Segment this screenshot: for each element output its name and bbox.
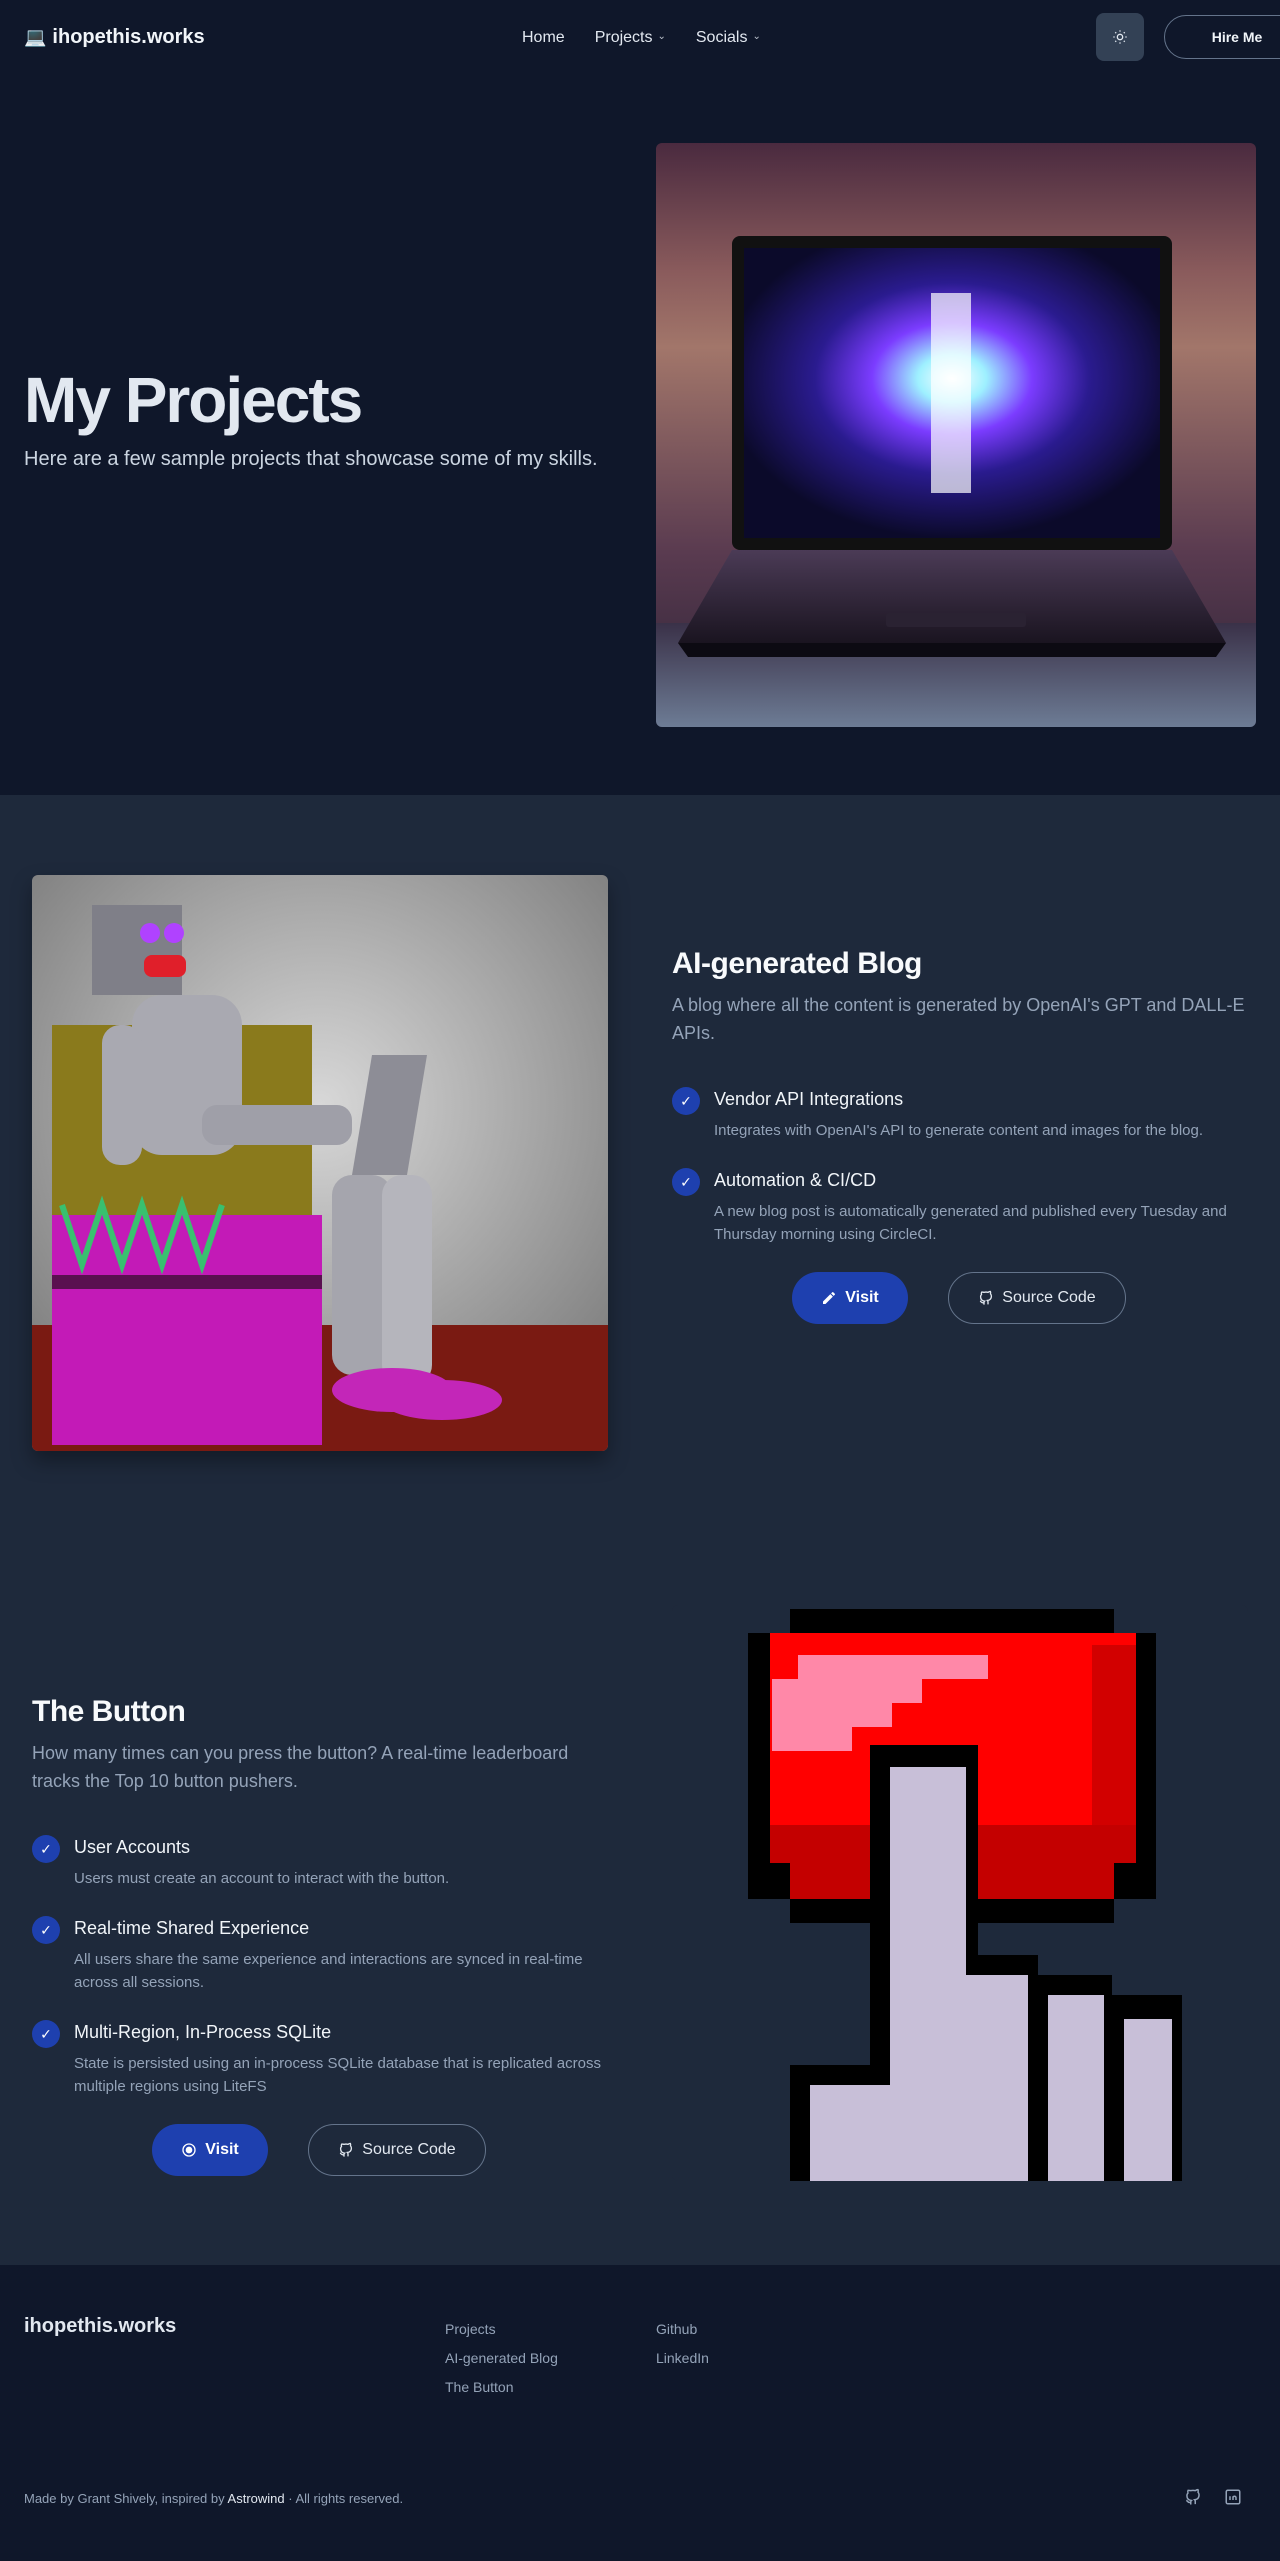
feature-title: Vendor API Integrations bbox=[714, 1089, 904, 1109]
footer-link[interactable]: The Button bbox=[445, 2379, 558, 2395]
linkedin-icon[interactable] bbox=[1224, 2488, 1242, 2506]
hero-laptop-image bbox=[656, 143, 1256, 727]
feature-title: Real-time Shared Experience bbox=[74, 1918, 310, 1938]
feature-description: State is persisted using an in-process S… bbox=[74, 2055, 601, 2095]
visit-label: Visit bbox=[205, 2141, 239, 2158]
footer-social-icons bbox=[1184, 2488, 1242, 2506]
chevron-down-icon: ⌄ bbox=[657, 31, 666, 42]
source-code-label: Source Code bbox=[1002, 1289, 1096, 1306]
feature-description: A new blog post is automatically generat… bbox=[714, 1203, 1227, 1243]
footer-credits: Made by Grant Shively, inspired by Astro… bbox=[24, 2491, 403, 2506]
project-description: A blog where all the content is generate… bbox=[672, 995, 1245, 1043]
brand-logo[interactable]: 💻 ihopethis.works bbox=[24, 26, 205, 49]
chevron-down-icon: ⌄ bbox=[752, 31, 761, 42]
site-footer: ihopethis.works Projects AI-generated Bl… bbox=[0, 2265, 1280, 2556]
robot-image bbox=[32, 875, 608, 1451]
footer-link[interactable]: AI-generated Blog bbox=[445, 2350, 558, 2366]
visit-button[interactable]: Visit bbox=[792, 1272, 908, 1324]
check-icon: ✓ bbox=[32, 1835, 60, 1863]
footer-col-projects: Projects AI-generated Blog The Button bbox=[445, 2321, 558, 2408]
github-icon bbox=[340, 2142, 353, 2157]
nav-label: Home bbox=[522, 28, 565, 46]
visit-label: Visit bbox=[845, 1289, 879, 1306]
feature-title: User Accounts bbox=[74, 1837, 191, 1857]
source-code-button[interactable]: Source Code bbox=[308, 2124, 486, 2176]
sun-icon bbox=[1113, 30, 1127, 44]
check-icon: ✓ bbox=[32, 2020, 60, 2048]
page-subtitle: Here are a few sample projects that show… bbox=[24, 448, 598, 470]
nav-item-home[interactable]: Home bbox=[522, 29, 565, 47]
feature-description: All users share the same experience and … bbox=[74, 1951, 583, 1991]
footer-col-socials: Github LinkedIn bbox=[656, 2321, 709, 2379]
footer-link[interactable]: Github bbox=[656, 2321, 709, 2337]
feature-item: ✓ Multi-Region, In-Process SQLite State … bbox=[32, 2020, 616, 2098]
feature-title: Multi-Region, In-Process SQLite bbox=[74, 2022, 332, 2042]
astrowind-link[interactable]: Astrowind bbox=[228, 2491, 285, 2506]
project-title: The Button bbox=[32, 1695, 186, 1728]
page-title: My Projects bbox=[24, 364, 363, 436]
nav-item-socials[interactable]: Socials ⌄ bbox=[696, 29, 761, 47]
nav-item-projects[interactable]: Projects ⌄ bbox=[595, 29, 666, 47]
feature-item: ✓ User Accounts Users must create an acc… bbox=[32, 1835, 616, 1890]
footer-brand[interactable]: ihopethis.works bbox=[24, 2315, 176, 2338]
project-actions: Visit Source Code bbox=[792, 1272, 1256, 1324]
nav-label: Socials bbox=[695, 28, 748, 46]
site-header: 💻 ihopethis.works Home Projects ⌄ Social… bbox=[0, 0, 1280, 75]
feature-item: ✓ Vendor API Integrations Integrates wit… bbox=[672, 1087, 1256, 1142]
feature-item: ✓ Automation & CI/CD A new blog post is … bbox=[672, 1168, 1256, 1246]
check-icon: ✓ bbox=[32, 1916, 60, 1944]
credits-prefix: Made by Grant Shively, inspired by bbox=[24, 2491, 228, 2506]
credits-suffix: · All rights reserved. bbox=[284, 2491, 404, 2506]
project-details: AI-generated Blog A blog where all the c… bbox=[672, 947, 1256, 1324]
feature-list: ✓ Vendor API Integrations Integrates wit… bbox=[672, 1087, 1256, 1246]
hero-section: My Projects Here are a few sample projec… bbox=[0, 75, 1280, 795]
pixel-button-image bbox=[672, 1605, 1248, 2181]
target-icon bbox=[182, 2143, 196, 2157]
footer-link[interactable]: Projects bbox=[445, 2321, 558, 2337]
github-icon[interactable] bbox=[1184, 2488, 1202, 2506]
laptop-icon: 💻 bbox=[24, 27, 47, 47]
footer-link[interactable]: LinkedIn bbox=[656, 2350, 709, 2366]
brand-name: ihopethis.works bbox=[52, 26, 205, 48]
check-icon: ✓ bbox=[672, 1087, 700, 1115]
feature-item: ✓ Real-time Shared Experience All users … bbox=[32, 1916, 616, 1994]
source-code-button[interactable]: Source Code bbox=[948, 1272, 1126, 1324]
project-description: How many times can you press the button?… bbox=[32, 1743, 569, 1791]
main-nav: Home Projects ⌄ Socials ⌄ bbox=[522, 0, 761, 75]
feature-list: ✓ User Accounts Users must create an acc… bbox=[32, 1835, 616, 2098]
project-section-button: The Button How many times can you press … bbox=[0, 1535, 1280, 2265]
edit-icon bbox=[823, 1291, 836, 1304]
hire-me-button[interactable]: Hire Me bbox=[1164, 15, 1280, 59]
visit-button[interactable]: Visit bbox=[152, 2124, 268, 2176]
project-title: AI-generated Blog bbox=[672, 947, 922, 980]
feature-description: Integrates with OpenAI's API to generate… bbox=[714, 1122, 1204, 1139]
nav-label: Projects bbox=[594, 28, 653, 46]
theme-toggle-button[interactable] bbox=[1096, 13, 1144, 61]
project-actions: Visit Source Code bbox=[152, 2124, 616, 2176]
source-code-label: Source Code bbox=[362, 2141, 456, 2158]
check-icon: ✓ bbox=[672, 1168, 700, 1196]
github-icon bbox=[980, 1290, 993, 1305]
project-section-blog: AI-generated Blog A blog where all the c… bbox=[0, 795, 1280, 1535]
feature-description: Users must create an account to interact… bbox=[74, 1870, 450, 1887]
feature-title: Automation & CI/CD bbox=[714, 1170, 877, 1190]
project-details: The Button How many times can you press … bbox=[32, 1695, 616, 2176]
